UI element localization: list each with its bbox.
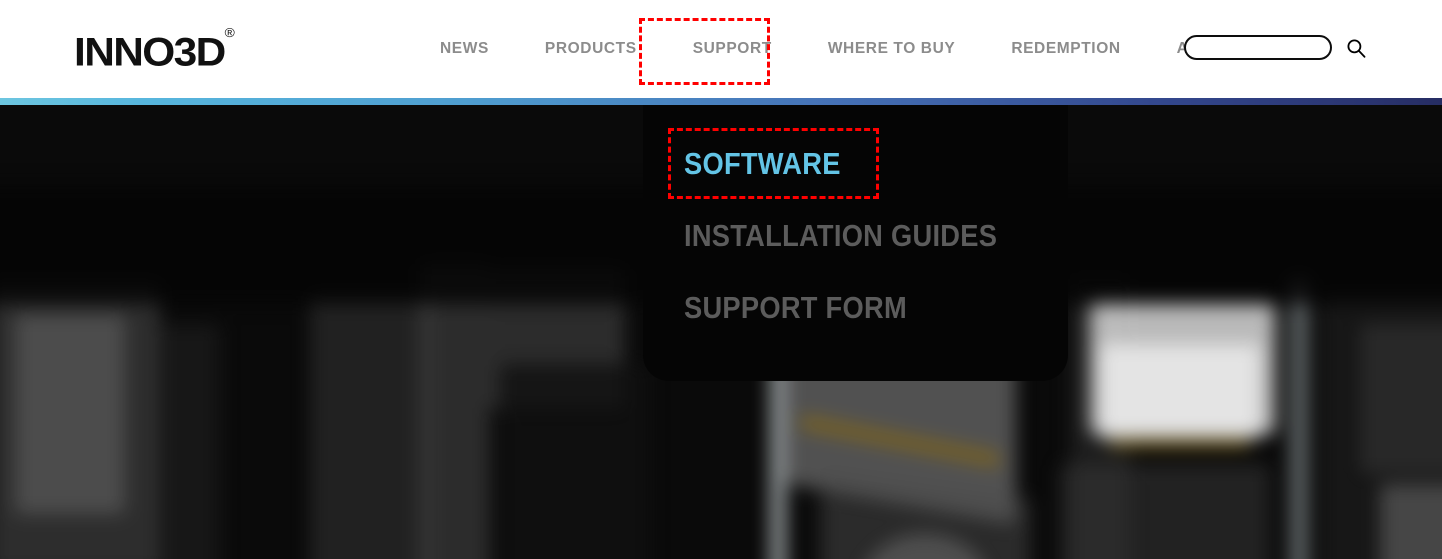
nav-item-support[interactable]: SUPPORT [665, 0, 800, 98]
brand-logo-text: INNO3D [74, 30, 226, 75]
search-input[interactable] [1184, 35, 1332, 60]
registered-trademark-icon: ® [224, 25, 235, 40]
header-gradient-divider [0, 98, 1442, 105]
main-navigation: NEWS PRODUCTS SUPPORT WHERE TO BUY REDEM… [430, 0, 1263, 98]
nav-item-products[interactable]: PRODUCTS [517, 0, 665, 98]
search-icon[interactable] [1346, 38, 1366, 58]
support-dropdown-menu: SOFTWARE INSTALLATION GUIDES SUPPORT FOR… [643, 105, 1068, 381]
dropdown-item-support-form[interactable]: SUPPORT FORM [684, 291, 907, 325]
page-root: SOFTWARE INSTALLATION GUIDES SUPPORT FOR… [0, 0, 1442, 559]
nav-item-where-to-buy[interactable]: WHERE TO BUY [800, 0, 983, 98]
nav-item-news[interactable]: NEWS [430, 0, 517, 98]
brand-logo[interactable]: INNO3D® [74, 25, 235, 75]
dropdown-item-installation-guides[interactable]: INSTALLATION GUIDES [684, 219, 997, 253]
search-area [1184, 35, 1366, 60]
nav-item-redemption[interactable]: REDEMPTION [983, 0, 1148, 98]
dropdown-item-software[interactable]: SOFTWARE [684, 147, 841, 181]
site-header: INNO3D® NEWS PRODUCTS SUPPORT WHERE TO B… [0, 0, 1442, 98]
